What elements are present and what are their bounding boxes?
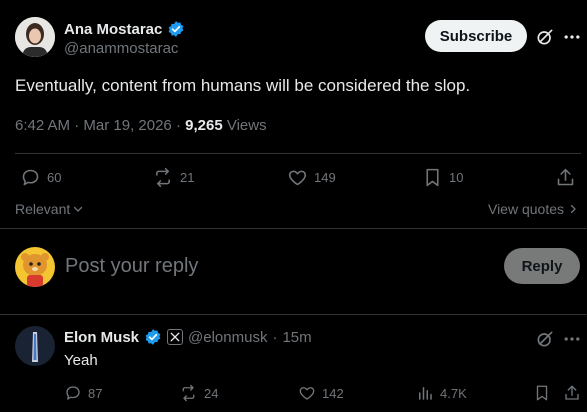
views-count: 4.7K: [440, 385, 467, 401]
separator-dot: ·: [272, 328, 278, 346]
divider: [0, 314, 587, 315]
reply-input[interactable]: Post your reply: [65, 255, 198, 278]
reply-count: 60: [47, 170, 62, 185]
analytics-icon: [416, 384, 434, 402]
grok-icon[interactable]: [535, 27, 555, 47]
divider: [0, 228, 587, 229]
reply-like-action[interactable]: 142: [298, 384, 344, 402]
divider: [15, 153, 581, 154]
reply-count: 87: [88, 385, 103, 401]
x-affiliate-badge-icon: [167, 329, 184, 345]
verified-badge-icon: [144, 328, 162, 346]
views-count: 9,265: [185, 117, 223, 134]
chevron-right-icon: [567, 203, 579, 215]
reply-views-action[interactable]: 4.7K: [416, 384, 467, 402]
reply-author-handle[interactable]: @elonmusk: [188, 329, 267, 346]
tweet-date[interactable]: Mar 19, 2026: [83, 117, 171, 134]
reply-icon: [20, 167, 41, 188]
more-options-icon[interactable]: [562, 329, 582, 349]
like-count: 142: [322, 385, 344, 401]
subscribe-button[interactable]: Subscribe: [425, 20, 527, 52]
view-quotes-label: View quotes: [487, 201, 564, 217]
bookmark-action[interactable]: 10: [422, 167, 463, 188]
reply-author-name[interactable]: Elon Musk: [64, 329, 139, 346]
sort-relevant-dropdown[interactable]: Relevant: [15, 201, 84, 217]
repost-count: 21: [180, 170, 195, 185]
reply-text: Yeah: [64, 352, 98, 369]
tweet-time[interactable]: 6:42 AM: [15, 117, 70, 134]
grok-icon[interactable]: [535, 329, 555, 349]
sort-label: Relevant: [15, 201, 71, 217]
separator-dot: ·: [171, 117, 186, 134]
reply-repost-action[interactable]: 24: [179, 384, 218, 402]
tweet-text: Eventually, content from humans will be …: [15, 76, 471, 95]
view-quotes-link[interactable]: View quotes: [488, 201, 579, 217]
current-user-avatar[interactable]: [15, 247, 55, 287]
bookmark-icon: [422, 167, 443, 188]
reply-button[interactable]: Reply: [504, 248, 580, 284]
bookmark-icon[interactable]: [533, 384, 551, 402]
share-icon[interactable]: [555, 167, 576, 188]
bookmark-count: 10: [449, 170, 464, 185]
author-handle[interactable]: @anammostarac: [64, 40, 178, 57]
repost-icon: [179, 384, 198, 402]
share-icon[interactable]: [563, 384, 581, 402]
author-name[interactable]: Ana Mostarac: [64, 21, 162, 38]
verified-badge-icon: [167, 20, 185, 38]
heart-icon: [287, 167, 308, 188]
chevron-down-icon: [72, 203, 84, 215]
views-label: Views: [226, 117, 267, 134]
reply-time-ago[interactable]: 15m: [282, 329, 311, 346]
like-action[interactable]: 149: [287, 167, 336, 188]
reply-author-avatar[interactable]: [15, 326, 55, 366]
author-avatar[interactable]: [15, 17, 55, 57]
heart-icon: [298, 384, 316, 402]
repost-icon: [152, 167, 174, 188]
like-count: 149: [314, 170, 336, 185]
reply-action[interactable]: 60: [20, 167, 61, 188]
repost-count: 24: [204, 385, 219, 401]
reply-reply-action[interactable]: 87: [64, 384, 102, 402]
reply-icon: [64, 384, 82, 402]
repost-action[interactable]: 21: [152, 167, 194, 188]
separator-dot: ·: [70, 117, 84, 134]
more-options-icon[interactable]: [562, 27, 582, 47]
